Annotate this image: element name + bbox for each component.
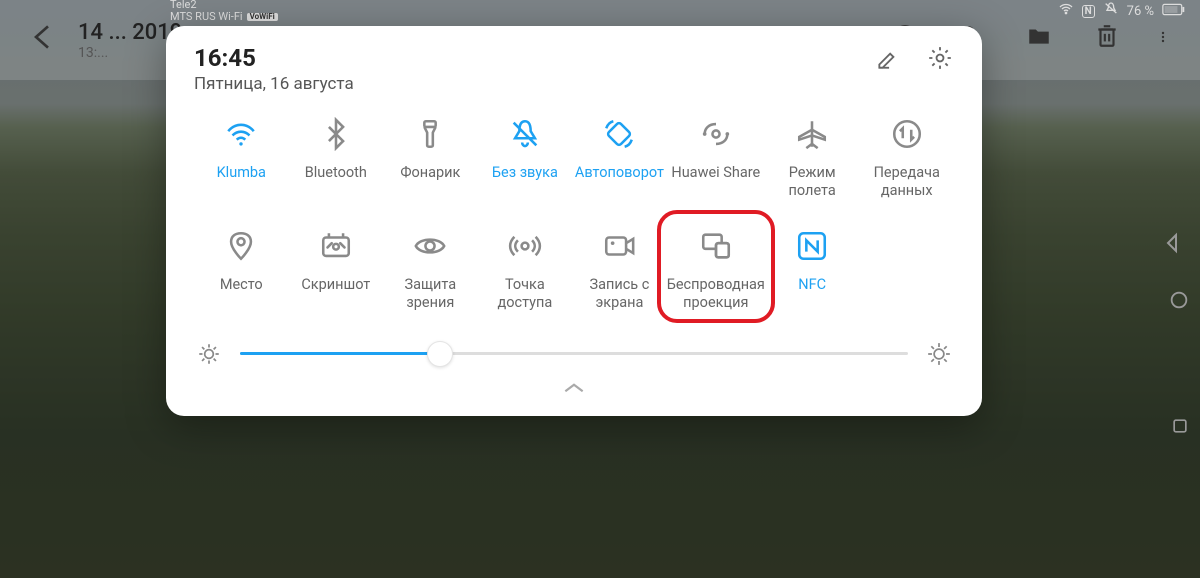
status-carrier2: MTS RUS Wi-Fi	[170, 11, 243, 23]
qs-label: NFC	[798, 276, 826, 312]
qs-label: Скриншот	[301, 276, 370, 312]
qs-label: Автопово­рот	[575, 164, 664, 200]
qs-label: Передача данных	[859, 164, 954, 200]
panel-date: Пятница, 16 августа	[194, 74, 874, 94]
cast-icon	[696, 226, 736, 266]
brightness-low-icon	[196, 341, 222, 367]
qs-tile-screenshot[interactable]: Скриншот	[289, 222, 384, 316]
battery-icon	[1162, 3, 1186, 20]
battery-text: 76 %	[1127, 4, 1154, 19]
qs-label: Беспроводная проекция	[667, 276, 765, 312]
qs-label: Точка доступа	[478, 276, 573, 312]
flashlight-icon	[410, 114, 450, 154]
airplane-icon	[792, 114, 832, 154]
qs-tile-huaweishare[interactable]: Huawei Share	[667, 110, 765, 204]
more-icon[interactable]	[1160, 23, 1172, 57]
mute-icon	[505, 114, 545, 154]
quick-settings-grid: Klumba Bluetooth Фонарик Без звука Автопово­…	[194, 110, 954, 317]
nav-back-icon[interactable]	[1160, 231, 1190, 261]
qs-label: Фонарик	[400, 164, 460, 200]
panel-time: 16:45	[194, 44, 874, 72]
location-icon	[221, 226, 261, 266]
trash-icon[interactable]	[1094, 23, 1120, 57]
qs-tile-flashlight[interactable]: Фонарик	[383, 110, 478, 204]
qs-tile-cast[interactable]: Беспроводная проекция	[667, 222, 765, 316]
qs-tile-airplane[interactable]: Режим полета	[765, 110, 860, 204]
nfc-status-icon: N	[1082, 5, 1095, 18]
bluetooth-icon	[316, 114, 356, 154]
wifi-icon	[221, 114, 261, 154]
qs-tile-wifi[interactable]: Klumba	[194, 110, 289, 204]
brightness-row	[194, 341, 954, 367]
data-icon	[887, 114, 927, 154]
eye-icon	[410, 226, 450, 266]
panel-header: 16:45 Пятница, 16 августа	[194, 44, 954, 94]
qs-label: Место	[220, 276, 263, 312]
nfc-icon	[792, 226, 832, 266]
folder-icon[interactable]	[1024, 23, 1054, 57]
collapse-chevron-icon[interactable]	[194, 379, 954, 400]
edit-tiles-icon[interactable]	[874, 44, 902, 72]
qs-label: Без звука	[492, 164, 558, 200]
qs-label: Защита зрения	[383, 276, 478, 312]
qs-tile-datatransfer[interactable]: Передача данных	[859, 110, 954, 204]
nav-home-icon[interactable]	[1168, 289, 1190, 317]
record-icon	[599, 226, 639, 266]
slider-fill	[240, 352, 440, 355]
autorotate-icon	[599, 114, 639, 154]
qs-tile-bluetooth[interactable]: Bluetooth	[289, 110, 384, 204]
qs-tile-hotspot[interactable]: Точка доступа	[478, 222, 573, 316]
qs-label: Режим полета	[765, 164, 860, 200]
share-icon	[696, 114, 736, 154]
hotspot-icon	[505, 226, 545, 266]
status-bar: Tele2 MTS RUS Wi-Fi VoWiFi N 76 %	[0, 0, 1200, 22]
back-icon[interactable]	[28, 21, 60, 60]
qs-label: Huawei Share	[671, 164, 760, 200]
qs-label: Запись с экрана	[572, 276, 667, 312]
screenshot-icon	[316, 226, 356, 266]
brightness-slider[interactable]	[240, 342, 908, 366]
settings-gear-icon[interactable]	[926, 44, 954, 72]
slider-thumb[interactable]	[427, 341, 453, 367]
qs-tile-mute[interactable]: Без звука	[478, 110, 573, 204]
qs-tile-screenrec[interactable]: Запись с экрана	[572, 222, 667, 316]
status-vowifi-badge: VoWiFi	[247, 13, 278, 21]
qs-tile-eyecomfort[interactable]: Защита зрения	[383, 222, 478, 316]
qs-tile-location[interactable]: Место	[194, 222, 289, 316]
mute-status-icon	[1103, 1, 1119, 21]
qs-label: Klumba	[217, 164, 266, 200]
nav-recents-icon[interactable]	[1170, 416, 1190, 441]
wifi-status-icon	[1058, 1, 1074, 21]
quick-settings-panel: 16:45 Пятница, 16 августа Klumba Bluetoot…	[166, 26, 982, 416]
qs-tile-autorotate[interactable]: Автопово­рот	[572, 110, 667, 204]
brightness-high-icon	[926, 341, 952, 367]
qs-label: Bluetooth	[305, 164, 367, 200]
qs-tile-nfc[interactable]: NFC	[765, 222, 860, 316]
